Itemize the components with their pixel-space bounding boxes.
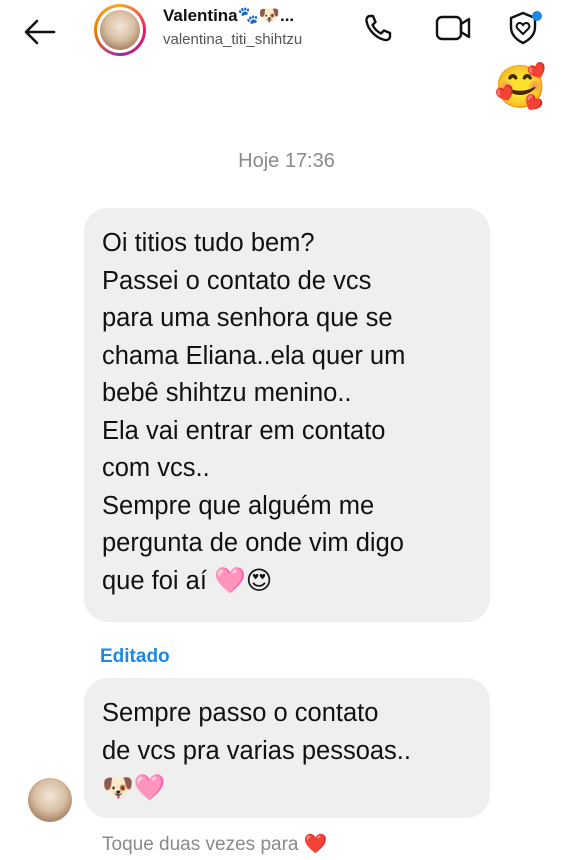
message-bubble[interactable]: Sempre passo o contato de vcs pra varias… [84,678,490,818]
message-line: Sempre passo o contato [102,699,379,727]
message-line: chama Eliana..ela quer um [102,341,406,370]
smiling-hearts-emoji: 🥰 [494,63,547,110]
message-line: de vcs pra varias pessoas.. [102,736,411,765]
edited-label[interactable]: Editado [100,646,170,668]
profile-avatar[interactable] [94,4,146,56]
sender-avatar[interactable] [28,778,72,822]
video-camera-icon[interactable] [434,10,474,46]
chat-header: Valentina🐾🐶... valentina_titi_shihtzu [0,0,573,66]
message-line: 🐶🩷 [102,774,166,802]
message-line: Sempre que alguém me [102,491,375,520]
back-arrow-icon[interactable] [20,14,60,50]
message-line: com vcs.. [102,454,210,482]
notification-dot [532,11,542,21]
double-tap-hint: Toque duas vezes para ❤️ [102,834,328,855]
message-line: para uma senhora que se [102,304,393,332]
message-line: pergunta de onde vim digo [102,529,404,557]
contact-name[interactable]: Valentina🐾🐶... [163,6,294,26]
message-line: bebê shihtzu menino.. [102,379,352,407]
message-line: que foi aí 🩷😍 [102,566,273,595]
phone-icon[interactable] [360,10,400,46]
message-bubble[interactable]: Oi titios tudo bem? Passei o contato de … [84,208,490,622]
shield-heart-icon[interactable] [505,10,545,46]
message-timestamp: Hoje 17:36 [238,150,335,172]
contact-username[interactable]: valentina_titi_shihtzu [163,31,302,48]
message-line: Passei o contato de vcs [102,266,372,295]
message-line: Oi titios tudo bem? [102,229,315,257]
message-line: Ela vai entrar em contato [102,416,386,445]
